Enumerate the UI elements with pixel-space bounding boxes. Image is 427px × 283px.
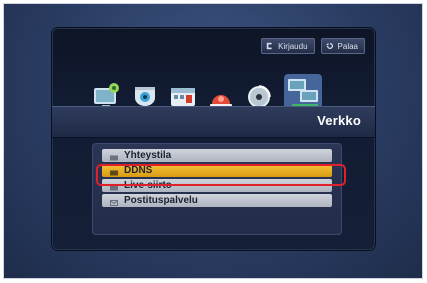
menu-item-label: Yhteystila	[124, 150, 172, 161]
menu-item-yhteystila[interactable]: Yhteystila	[102, 149, 332, 162]
login-button[interactable]: Kirjaudu	[261, 38, 315, 54]
settings-panel: Kirjaudu Palaa Verkko Yhteystila DDNS Li…	[52, 28, 375, 250]
menu-item-label: Postituspalvelu	[124, 195, 198, 206]
login-label: Kirjaudu	[278, 41, 308, 51]
login-icon	[266, 42, 274, 50]
back-label: Palaa	[337, 41, 358, 51]
envelope-icon	[110, 198, 118, 206]
back-button[interactable]: Palaa	[320, 38, 365, 54]
page-title: Verkko	[317, 113, 361, 128]
top-bar: Kirjaudu Palaa	[261, 38, 365, 54]
menu-container: Yhteystila DDNS Live-siirto Postituspalv…	[92, 143, 342, 235]
folder-icon	[110, 153, 118, 160]
back-icon	[325, 42, 334, 50]
title-bar: Verkko	[52, 106, 375, 138]
menu-item-postituspalvelu[interactable]: Postituspalvelu	[102, 194, 332, 207]
selection-highlight	[96, 164, 346, 186]
